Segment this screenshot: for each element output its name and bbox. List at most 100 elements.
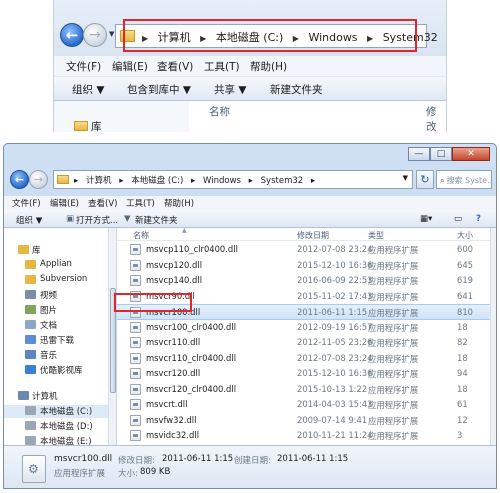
help-icon[interactable]: ? <box>476 214 481 224</box>
breadcrumb-system32[interactable]: System32 <box>261 176 304 186</box>
table-row[interactable]: msvcrt.dll 2014-04-03 15:43 应用程序扩展 61 <box>117 397 496 413</box>
menu-edit[interactable]: 编辑(E) <box>50 197 79 209</box>
nav-item-subversion[interactable]: Subversion <box>4 274 115 287</box>
chevron-right-icon: ▸ <box>191 176 196 186</box>
back-button[interactable]: ← <box>60 23 84 47</box>
file-date: 2009-07-14 9:41 <box>297 414 368 425</box>
menu-file[interactable]: 文件(F) <box>12 197 41 209</box>
nav-item-library[interactable]: 库 <box>4 244 115 257</box>
address-dropdown-icon[interactable]: ▼ <box>403 174 408 182</box>
table-row[interactable]: msvcr120_clr0400.dll 2015-10-13 1:22 应用程序扩… <box>117 382 496 398</box>
open-with-icon: ▣ <box>66 214 75 224</box>
menu-file[interactable]: 文件(F) <box>66 59 101 74</box>
nav-item-applian[interactable]: Applian <box>4 259 115 272</box>
breadcrumb-computer[interactable]: 计算机 <box>86 176 112 186</box>
refresh-button[interactable]: ↻ <box>416 170 434 189</box>
new-folder-button[interactable]: 新建文件夹 <box>135 214 178 226</box>
search-placeholder: 搜索 Syste... <box>446 176 492 185</box>
table-row[interactable]: msvcp140.dll 2016-06-09 22:53 应用程序扩展 619 <box>117 273 496 289</box>
back-button[interactable]: ← <box>10 170 29 189</box>
file-type: 应用程序扩展 <box>368 353 419 364</box>
forward-button[interactable]: → <box>83 23 107 47</box>
organize-button[interactable]: 组织 ▼ <box>72 82 104 97</box>
details-created-value: 2011-06-11 1:15 <box>277 454 349 464</box>
history-dropdown-icon[interactable]: ▼ <box>109 30 114 38</box>
nav-item-music[interactable]: 音乐 <box>4 349 115 362</box>
column-header-date[interactable]: 修改日期 <box>297 230 329 241</box>
file-name: msvidc32.dll <box>146 430 200 440</box>
menu-view[interactable]: 查看(V) <box>157 59 193 74</box>
file-name: msvcr120_clr0400.dll <box>146 383 237 394</box>
menu-help[interactable]: 帮助(H) <box>164 197 194 209</box>
address-bar[interactable]: ▸ 计算机 ▸ 本地磁盘 (C:) ▸ Windows ▸ System32 ▸… <box>53 170 413 189</box>
breadcrumb: ▸ 计算机 ▸ 本地磁盘 (C:) ▸ Windows ▸ System32 ▸ <box>74 174 320 186</box>
table-row[interactable]: msvidc32.dll 2010-11-21 11:24 应用程序扩展 3 <box>117 428 496 444</box>
column-header-size[interactable]: 大小 <box>457 230 473 241</box>
library-icon <box>18 245 29 254</box>
forward-button[interactable]: → <box>29 170 48 189</box>
file-type: 应用程序扩展 <box>368 369 419 379</box>
nav-item-thunder-downloads[interactable]: 迅雷下载 <box>4 334 115 347</box>
zoomed-address-bar-crop: ← → ▼ ▶ 计算机 ▶ 本地磁盘 (C:) ▶ Windows ▶ Syst… <box>53 0 447 132</box>
computer-icon <box>18 391 29 400</box>
folder-icon <box>25 275 36 284</box>
details-created-label: 创建日期: <box>234 456 271 466</box>
file-list-scrollbar[interactable] <box>490 228 496 445</box>
table-row[interactable]: msvcr110.dll 2012-11-05 23:26 应用程序扩展 82 <box>117 335 496 351</box>
menu-tools[interactable]: 工具(T) <box>204 59 240 74</box>
nav-label: 本地磁盘 (C:) <box>40 407 93 417</box>
column-header-name[interactable]: 名称 <box>133 230 149 241</box>
breadcrumb-drive-c[interactable]: 本地磁盘 (C:) <box>131 176 183 186</box>
highlight-box <box>114 293 192 312</box>
nav-item-library[interactable]: 库 <box>91 119 102 132</box>
table-row[interactable]: msvcp110_clr0400.dll 2012-07-08 23:24 应用程序… <box>117 242 496 258</box>
column-header-type[interactable]: 类型 <box>368 230 384 241</box>
include-library-button[interactable]: 包含到库中 ▼ <box>127 82 191 97</box>
close-button[interactable]: ✕ <box>452 147 490 161</box>
table-row[interactable]: msvfw32.dll 2009-07-14 9:41 应用程序扩展 12 <box>117 413 496 429</box>
view-options-icon[interactable]: ▦▾ <box>420 214 432 224</box>
share-button[interactable]: 共享 ▼ <box>214 82 246 97</box>
details-modified-label: 修改日期: <box>118 456 155 466</box>
nav-item-documents[interactable]: 文档 <box>4 319 115 332</box>
column-header-name[interactable]: 名称 <box>209 104 230 119</box>
file-size: 94 <box>457 368 468 378</box>
breadcrumb-windows[interactable]: Windows <box>203 176 241 186</box>
menu-edit[interactable]: 编辑(E) <box>112 59 148 74</box>
dropdown-icon[interactable]: ▼ <box>124 214 131 224</box>
table-row[interactable]: msvcr100_clr0400.dll 2012-09-19 16:57 应用程序… <box>117 320 496 336</box>
nav-label: 计算机 <box>32 392 58 402</box>
nav-item-drive-d[interactable]: 本地磁盘 (D:) <box>4 420 115 433</box>
column-header-date[interactable]: 修改 <box>426 104 446 132</box>
file-type: 应用程序扩展 <box>368 384 419 395</box>
new-folder-button[interactable]: 新建文件夹 <box>270 82 323 97</box>
file-size: 18 <box>457 352 468 363</box>
chevron-right-icon: ▸ <box>248 176 253 186</box>
menu-help[interactable]: 帮助(H) <box>250 59 287 74</box>
maximize-button[interactable]: □ <box>430 147 452 161</box>
minimize-button[interactable]: — <box>408 147 430 161</box>
table-row[interactable]: msvcr120.dll 2015-12-10 16:36 应用程序扩展 94 <box>117 366 496 382</box>
nav-pane-scrollbar[interactable] <box>108 228 116 445</box>
table-row[interactable]: msvcp120.dll 2015-12-10 16:36 应用程序扩展 645 <box>117 258 496 274</box>
menu-view[interactable]: 查看(V) <box>88 197 117 209</box>
folder-icon <box>57 175 69 184</box>
menu-tools[interactable]: 工具(T) <box>126 197 155 209</box>
nav-label: 音乐 <box>40 351 58 361</box>
dll-file-icon <box>22 455 46 483</box>
nav-item-youku-library[interactable]: 优酷影视库 <box>4 364 115 377</box>
nav-item-pictures[interactable]: 图片 <box>4 304 115 317</box>
nav-item-computer[interactable]: 计算机 <box>4 390 115 403</box>
folder-icon <box>25 260 36 269</box>
preview-pane-icon[interactable]: ▭ <box>454 214 462 224</box>
picture-icon <box>25 305 36 314</box>
open-with-button[interactable]: 打开方式... <box>76 214 118 226</box>
menu-bar: 文件(F) 编辑(E) 查看(V) 工具(T) 帮助(H) <box>54 56 446 76</box>
zoom-content-area: 库 名称 修改 <box>54 101 446 132</box>
search-input[interactable]: ⌕ 搜索 Syste... <box>436 170 492 189</box>
nav-item-drive-c[interactable]: 本地磁盘 (C:) <box>4 405 115 418</box>
file-date: 2012-07-08 23:24 <box>297 244 373 254</box>
nav-item-videos[interactable]: 视频 <box>4 289 115 302</box>
table-row[interactable]: msvcr110_clr0400.dll 2012-07-08 23:24 应用程序… <box>117 351 496 367</box>
organize-button[interactable]: 组织 ▼ <box>16 214 42 226</box>
